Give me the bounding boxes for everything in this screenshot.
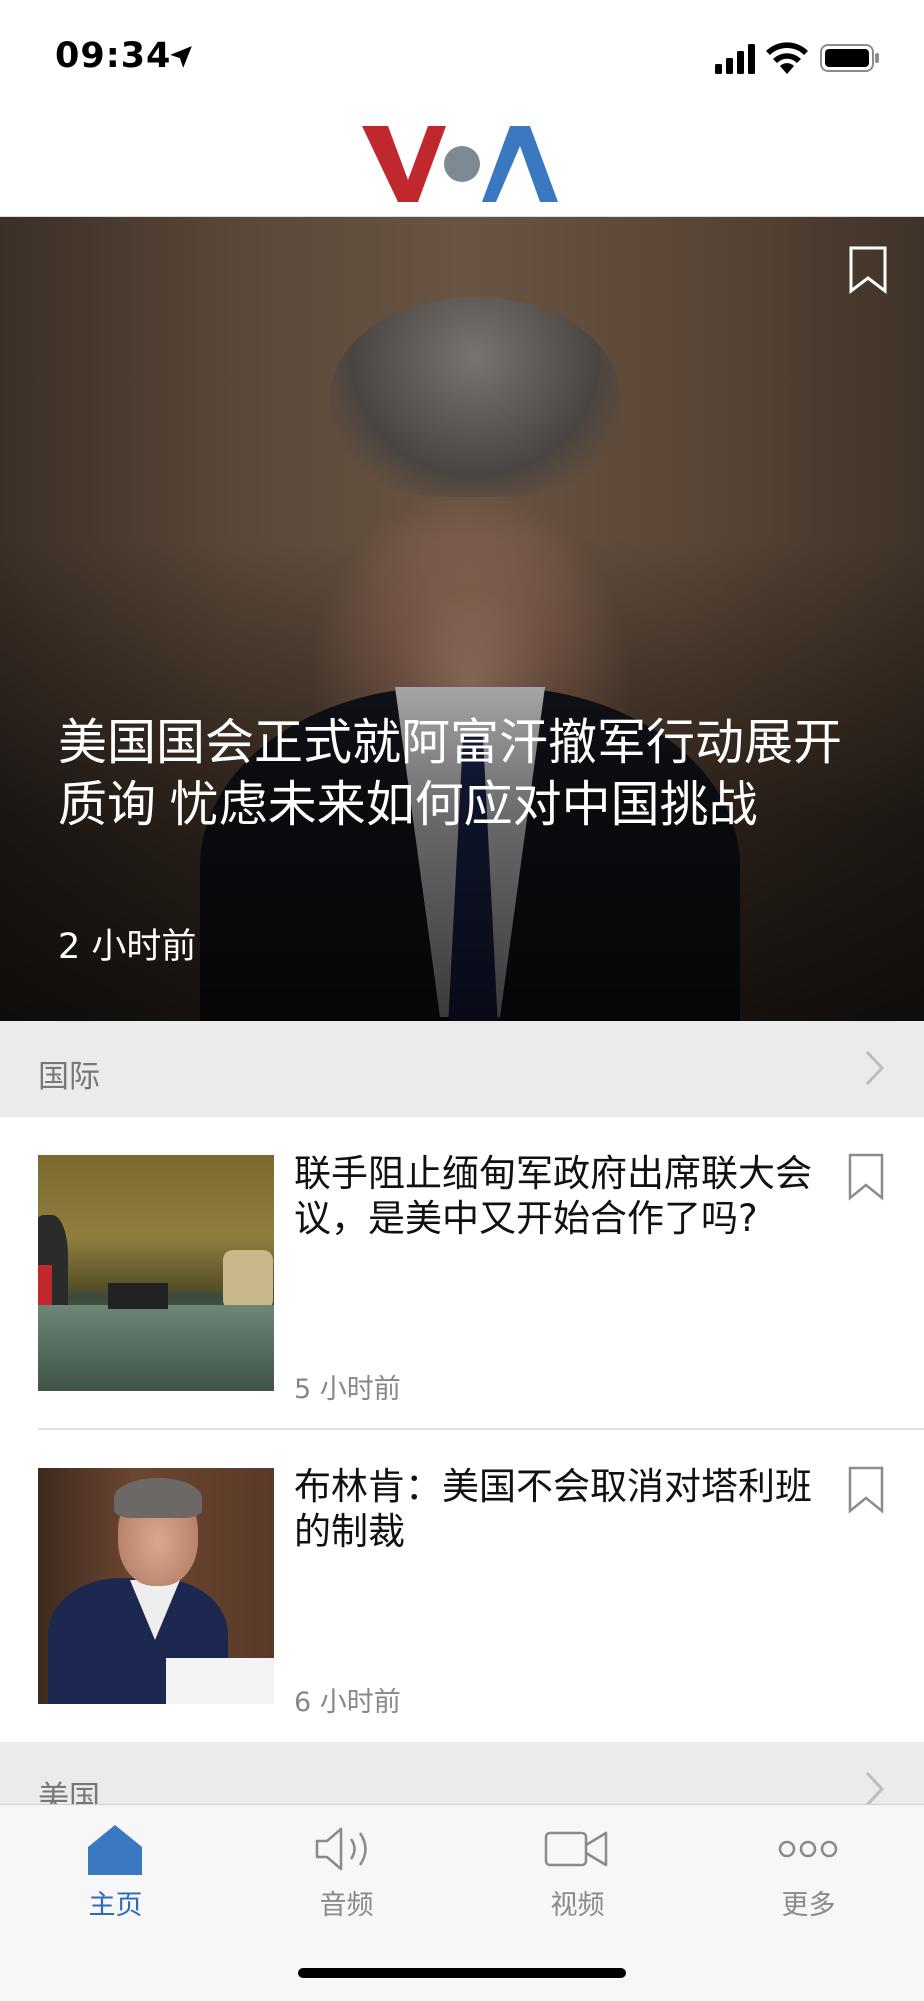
tab-label: 更多 — [781, 1890, 836, 1921]
tab-label: 视频 — [550, 1890, 605, 1921]
home-indicator — [298, 1968, 626, 1978]
cellular-signal-icon — [715, 44, 755, 74]
section-header-international[interactable]: 国际 — [0, 1021, 924, 1117]
tab-home[interactable]: 主页 — [0, 1805, 231, 1955]
tab-label: 音频 — [319, 1890, 374, 1921]
tab-video[interactable]: 视频 — [462, 1805, 693, 1955]
chevron-right-icon — [865, 1050, 885, 1086]
article-timestamp: 6 小时前 — [294, 1687, 401, 1718]
tab-label: 主页 — [88, 1890, 143, 1921]
tab-audio[interactable]: 音频 — [231, 1805, 462, 1955]
bookmark-icon[interactable] — [848, 1153, 884, 1201]
hero-image-overlay — [0, 217, 924, 1021]
section-label: 国际 — [38, 1059, 100, 1095]
hero-title[interactable]: 美国国会正式就阿富汗撤军行动展开质询 忧虑未来如何应对中国挑战 — [58, 712, 878, 836]
status-bar: 09:34 — [0, 0, 924, 118]
bookmark-icon[interactable] — [848, 1466, 884, 1514]
speaker-icon — [315, 1827, 367, 1871]
tab-more[interactable]: 更多 — [693, 1805, 924, 1955]
wifi-icon — [766, 42, 808, 74]
article-item[interactable]: 联手阻止缅甸军政府出席联大会议，是美中又开始合作了吗? 5 小时前 — [0, 1117, 924, 1429]
article-title[interactable]: 布林肯：美国不会取消对塔利班的制裁 — [294, 1464, 834, 1554]
article-item[interactable]: 布林肯：美国不会取消对塔利班的制裁 6 小时前 — [0, 1430, 924, 1742]
bookmark-icon[interactable] — [848, 245, 888, 295]
article-timestamp: 5 小时前 — [294, 1374, 401, 1405]
location-arrow-icon — [170, 46, 192, 68]
chevron-right-icon — [865, 1771, 885, 1807]
video-camera-icon — [544, 1831, 608, 1867]
more-dots-icon — [778, 1840, 838, 1858]
status-time: 09:34 — [55, 36, 172, 76]
article-thumbnail — [38, 1468, 274, 1704]
article-title[interactable]: 联手阻止缅甸军政府出席联大会议，是美中又开始合作了吗? — [294, 1151, 834, 1241]
home-icon — [88, 1825, 142, 1875]
article-thumbnail — [38, 1155, 274, 1391]
hero-timestamp: 2 小时前 — [58, 927, 197, 967]
app-header — [0, 118, 924, 217]
battery-icon — [820, 44, 879, 72]
hero-article[interactable] — [0, 217, 924, 1021]
voa-logo — [362, 126, 558, 202]
